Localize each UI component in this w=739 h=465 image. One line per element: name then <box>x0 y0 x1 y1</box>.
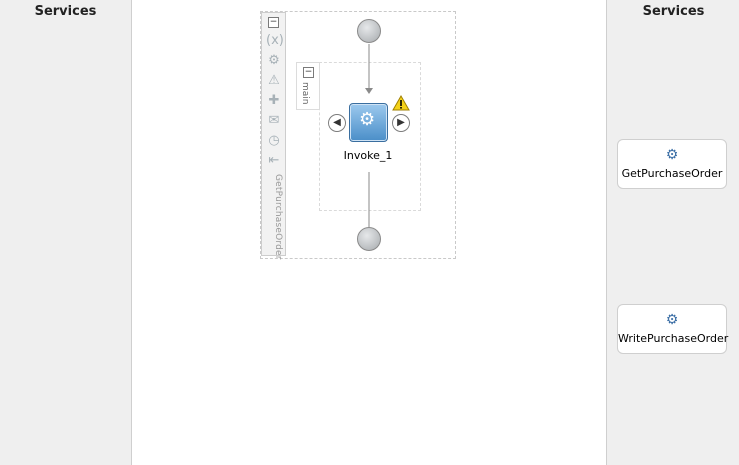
warning-icon[interactable] <box>392 95 410 111</box>
right-lane-title: Services <box>642 4 705 19</box>
service-file-icon: ⚙ <box>665 312 679 328</box>
service-getpurchaseorder[interactable]: ⚙ GetPurchaseOrder <box>617 139 727 189</box>
service-label: GetPurchaseOrder <box>621 167 723 180</box>
invoke-activity[interactable]: ⚙ <box>349 103 388 142</box>
invoke-inbound-arrow-icon[interactable]: ◀ <box>328 114 346 132</box>
service-writepurchaseorder[interactable]: ⚙ WritePurchaseOrder <box>617 304 729 354</box>
service-label: WritePurchaseOrder <box>618 332 729 345</box>
service-adapter-icon: ⚙ <box>665 147 679 163</box>
right-services-lane: Services <box>606 0 739 465</box>
start-node[interactable] <box>357 19 381 43</box>
invoke-outbound-arrow-icon[interactable]: ▶ <box>392 114 410 132</box>
end-node[interactable] <box>357 227 381 251</box>
invoke-label: Invoke_1 <box>343 149 393 162</box>
gear-icon: ⚙ <box>359 109 376 130</box>
